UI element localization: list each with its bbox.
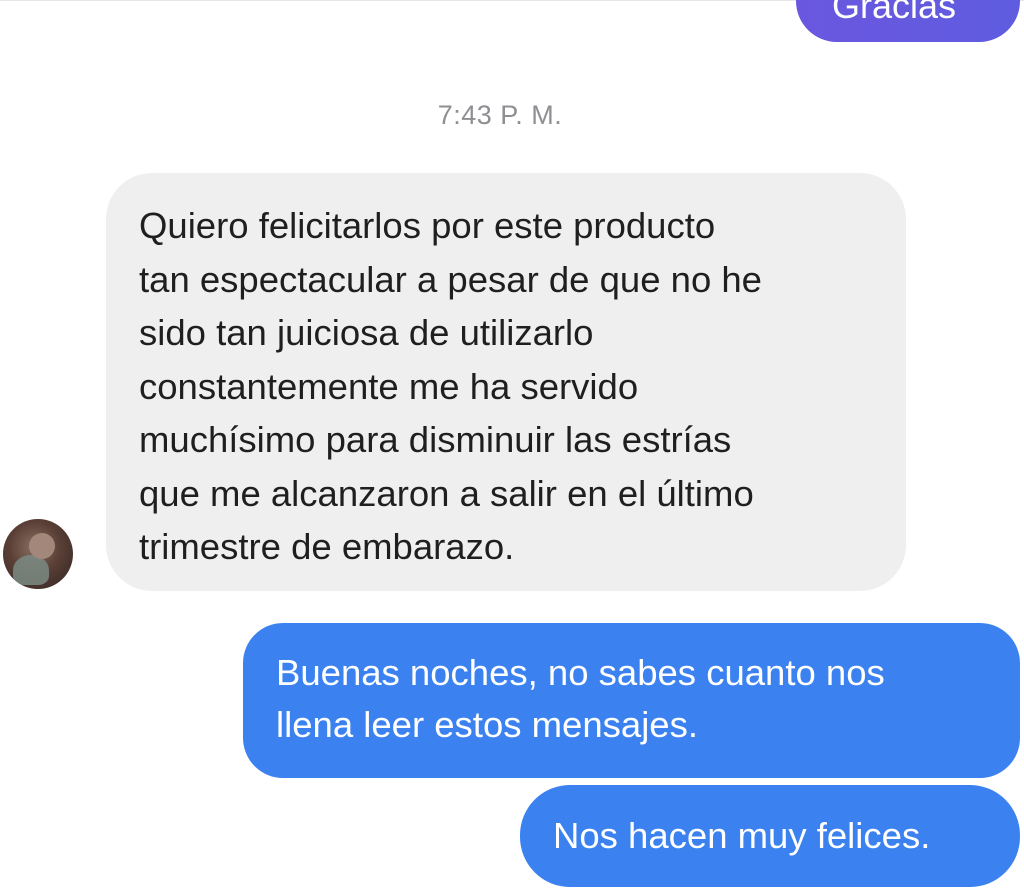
avatar-shoulder — [13, 555, 49, 585]
incoming-message-line: tan espectacular a pesar de que no he — [139, 258, 762, 300]
message-timestamp: 7:43 P. M. — [437, 100, 563, 130]
avatar-face — [29, 533, 55, 559]
outgoing-message-bubble[interactable]: Buenas noches, no sabes cuanto nos llena… — [243, 623, 1020, 778]
contact-avatar-icon[interactable] — [3, 519, 73, 589]
incoming-message-line: muchísimo para disminuir las estrías — [139, 419, 732, 460]
incoming-message-line: constantemente me ha servido — [139, 365, 639, 407]
incoming-message-line: Quiero felicitarlos por este producto — [139, 205, 716, 246]
outgoing-message-line: Buenas noches, no sabes cuanto nos — [276, 652, 885, 693]
incoming-message-bubble[interactable]: Quiero felicitarlos por este producto ta… — [106, 173, 906, 591]
incoming-message-line: que me alcanzaron a salir en el último — [139, 472, 754, 514]
outgoing-message-line: Nos hacen muy felices. — [553, 815, 931, 856]
outgoing-message-text: Nos hacen muy felices. — [553, 810, 990, 862]
previous-outgoing-message-bubble[interactable]: Gracias — [796, 0, 1020, 42]
outgoing-message-line: llena leer estos mensajes. — [276, 704, 698, 745]
outgoing-message-bubble[interactable]: Nos hacen muy felices. — [520, 785, 1020, 887]
previous-outgoing-message-text: Gracias — [832, 0, 957, 26]
incoming-message-line: trimestre de embarazo. — [139, 526, 515, 567]
incoming-message-text: Quiero felicitarlos por este producto ta… — [139, 199, 876, 574]
outgoing-message-text: Buenas noches, no sabes cuanto nos llena… — [276, 647, 990, 751]
incoming-message-line: sido tan juiciosa de utilizarlo — [139, 312, 594, 353]
